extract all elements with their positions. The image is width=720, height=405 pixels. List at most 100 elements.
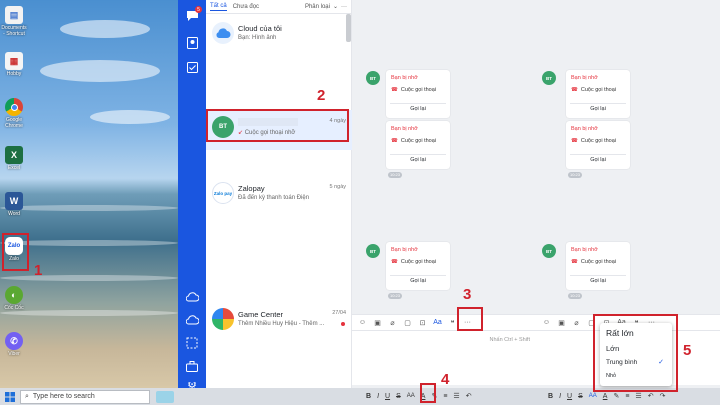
desktop-icon-hobby[interactable]: ▦ Hobby — [0, 52, 28, 77]
zalopay-avatar: Zalo pay — [212, 182, 234, 204]
bold-icon[interactable]: B — [366, 393, 371, 400]
italic-icon[interactable]: I — [377, 393, 379, 400]
sender-avatar: BT — [366, 71, 380, 85]
classify-dropdown[interactable]: Phân loại ⌄ ··· — [305, 3, 347, 11]
toolbox-nav[interactable] — [185, 359, 199, 373]
gear-icon: ⚙ — [187, 382, 197, 388]
sender-avatar: BT — [366, 244, 380, 258]
attach-icon[interactable]: ⌀ — [572, 318, 581, 327]
missed-call-icon: ☎ — [571, 138, 578, 144]
bold-icon[interactable]: B — [548, 393, 553, 400]
missed-call-icon: ☎ — [391, 138, 398, 144]
cloud — [40, 60, 160, 82]
todo-nav[interactable] — [185, 60, 199, 74]
document-icon: ▤ — [5, 6, 23, 24]
strikethrough-icon[interactable]: S — [578, 393, 583, 400]
windows-icon — [5, 391, 15, 402]
underline-icon[interactable]: U — [385, 393, 390, 400]
game-center-avatar — [212, 308, 234, 330]
sender-avatar: BT — [542, 71, 556, 85]
highlight-box-format-text — [457, 307, 483, 331]
sticker-icon[interactable]: ☺ — [358, 318, 367, 327]
numbered-list-icon[interactable]: ☰ — [453, 392, 459, 400]
message-timestamp: 10:23 — [568, 172, 582, 178]
strikethrough-icon[interactable]: S — [396, 393, 401, 400]
highlight-icon[interactable]: ✎ — [613, 392, 619, 400]
sync-nav[interactable] — [185, 313, 199, 327]
redo-icon[interactable]: ↷ — [660, 392, 666, 400]
missed-call-card: Bạn bị nhỡ ☎ Cuộc gọi thoại Gọi lại — [566, 242, 630, 290]
text-color-icon[interactable]: A — [603, 393, 608, 400]
scrollbar[interactable] — [346, 14, 351, 42]
taskbar-search[interactable]: ⌕ Type here to search — [20, 389, 150, 404]
quote-icon[interactable]: ❝ — [448, 318, 457, 327]
font-size-icon[interactable]: AA — [407, 393, 415, 399]
bullet-list-icon[interactable]: ≡ — [625, 393, 629, 400]
font-size-icon[interactable]: AA — [589, 393, 597, 399]
bullet-list-icon[interactable]: ≡ — [443, 393, 447, 400]
missed-call-icon: ☎ — [571, 87, 578, 93]
cloud-icon — [216, 27, 231, 38]
contacts-nav[interactable] — [185, 36, 199, 50]
missed-call-icon: ☎ — [571, 259, 578, 265]
callback-button[interactable]: Gọi lại — [390, 103, 446, 113]
image-icon[interactable]: ▣ — [373, 318, 382, 327]
format-text-icon[interactable]: Aa — [433, 318, 442, 327]
capture-icon[interactable]: ⊡ — [418, 318, 427, 327]
callback-button[interactable]: Gọi lại — [390, 154, 446, 164]
step-number: 3 — [463, 286, 472, 303]
undo-icon[interactable]: ↶ — [466, 392, 472, 400]
conversation-item-game-center[interactable]: Game Center Thêm Nhiều Huy Hiệu - Thêm .… — [206, 302, 352, 342]
desktop-icon-word[interactable]: W Word — [0, 192, 28, 217]
chat-toolbar: ☺ ▣ ⌀ ▢ ⊡ Aa ❝ ··· — [352, 314, 536, 330]
step-number: 4 — [441, 371, 450, 388]
wave — [0, 275, 178, 281]
underline-icon[interactable]: U — [567, 393, 572, 400]
chat-panel-left: BT Bạn bị nhỡ ☎ Cuộc gọi thoại Gọi lại Bạ… — [352, 0, 536, 388]
cloud-nav[interactable] — [185, 290, 199, 304]
card-icon[interactable]: ▢ — [403, 318, 412, 327]
briefcase-icon — [186, 360, 198, 372]
weather-widget-icon[interactable] — [156, 390, 174, 403]
sticker-icon[interactable]: ☺ — [542, 318, 551, 327]
missed-call-card: Bạn bị nhỡ ☎ Cuộc gọi thoại Gọi lại — [566, 70, 630, 118]
cloud — [60, 20, 150, 38]
callback-button[interactable]: Gọi lại — [570, 154, 626, 164]
attach-icon[interactable]: ⌀ — [388, 318, 397, 327]
callback-button[interactable]: Gọi lại — [570, 103, 626, 113]
conversation-item-zalopay[interactable]: Zalo pay Zalopay Đã đến kỳ thanh toán Đi… — [206, 176, 352, 216]
viber-icon: ✆ — [5, 332, 23, 350]
crop-icon — [186, 337, 198, 349]
screenshot-nav[interactable] — [185, 336, 199, 350]
numbered-list-icon[interactable]: ☰ — [635, 392, 641, 400]
tab-unread[interactable]: Chưa đọc — [233, 4, 259, 10]
sender-avatar: BT — [542, 244, 556, 258]
word-icon: W — [5, 192, 23, 210]
settings-nav[interactable]: ⚙ — [185, 382, 199, 388]
desktop-icon-chrome[interactable]: Google Chrome — [0, 98, 28, 129]
start-button[interactable] — [0, 388, 20, 405]
desktop-icon-excel[interactable]: X Excel — [0, 146, 28, 171]
message-timestamp: 10:23 — [388, 293, 402, 299]
highlight-box-conversation — [206, 109, 349, 142]
cloud-icon — [185, 292, 199, 302]
list-tabs: Tất cả Chưa đọc Phân loại ⌄ ··· — [206, 0, 351, 14]
message-timestamp: 10:23 — [568, 293, 582, 299]
messages-nav[interactable]: 5 — [185, 6, 202, 23]
chrome-icon — [5, 98, 23, 116]
tab-all[interactable]: Tất cả — [210, 3, 227, 11]
more-icon[interactable]: ··· — [341, 4, 347, 10]
undo-icon[interactable]: ↶ — [648, 392, 654, 400]
step-number: 1 — [34, 262, 43, 279]
zalo-sidebar: 5 ⚙ — [178, 0, 206, 388]
image-icon[interactable]: ▣ — [557, 318, 566, 327]
conversation-item-cloud[interactable]: Cloud của tôi Bạn: Hình ảnh — [206, 16, 352, 56]
unread-dot — [341, 322, 345, 326]
desktop-icon-viber[interactable]: ✆ Viber — [0, 332, 28, 357]
callback-button[interactable]: Gọi lại — [390, 275, 446, 285]
desktop-icon-coccoc[interactable]: ◐ Cốc Cốc — [0, 286, 28, 311]
desktop-icon-documents[interactable]: ▤ Documents - Shortcut — [0, 6, 28, 37]
callback-button[interactable]: Gọi lại — [570, 275, 626, 285]
missed-call-icon: ☎ — [391, 259, 398, 265]
italic-icon[interactable]: I — [559, 393, 561, 400]
